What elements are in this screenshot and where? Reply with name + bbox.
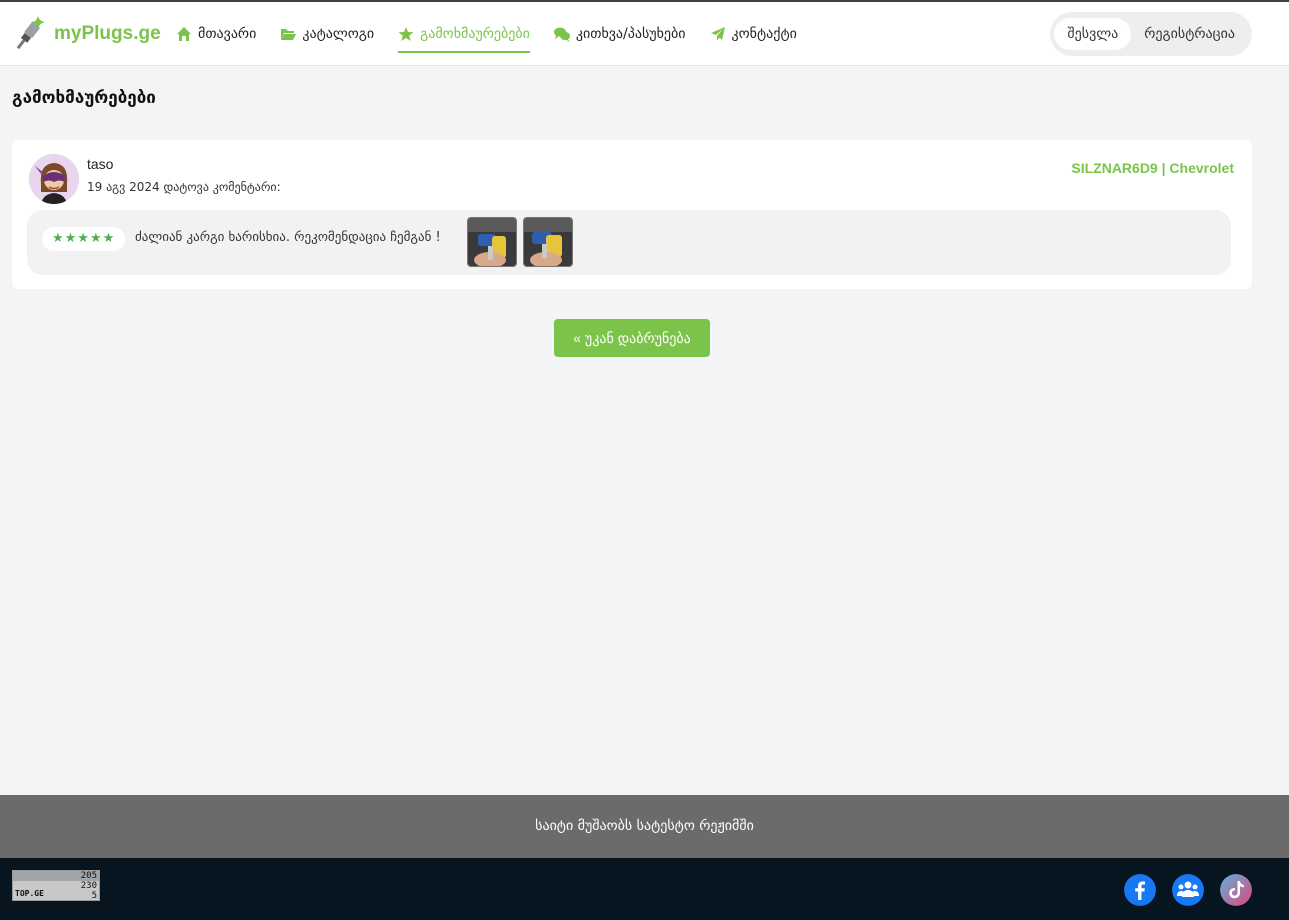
review-photo-thumbnail[interactable] (467, 217, 517, 267)
user-avatar-icon (29, 154, 79, 204)
nav-item-label: კითხვა/პასუხები (575, 26, 686, 42)
logo-text: myPlugs.ge (54, 23, 161, 44)
site-logo[interactable]: myPlugs.ge (12, 14, 161, 54)
register-button[interactable]: რეგისტრაცია (1131, 18, 1248, 50)
counter-value: 5 (91, 891, 97, 901)
nav-item-home[interactable]: მთავარი (176, 19, 256, 49)
spark-plug-logo-icon (16, 16, 45, 50)
rating-stars: ★★★★★ (42, 227, 126, 251)
review-body: ★★★★★ ძალიან კარგი ხარისხია. რეკომენდაცი… (27, 210, 1231, 275)
counter-values: 205 230 5 (81, 871, 97, 901)
folder-icon (281, 29, 297, 40)
chat-icon (553, 27, 570, 42)
nav-item-contact[interactable]: კონტაქტი (710, 19, 797, 49)
counter-value: 205 (80, 871, 97, 881)
nav-item-label: კონტაქტი (731, 26, 797, 42)
avatar (29, 154, 79, 204)
review-text: ძალიან კარგი ხარისხია. რეკომენდაცია ჩემგ… (135, 230, 441, 245)
nav-item-reviews[interactable]: გამოხმაურებები (398, 19, 530, 53)
review-photo-2 (524, 218, 572, 266)
review-photo-thumbnail[interactable] (523, 217, 573, 267)
nav-item-label: გამოხმაურებები (420, 26, 530, 42)
nav-item-faq[interactable]: კითხვა/პასუხები (553, 19, 686, 49)
back-button[interactable]: « უკან დაბრუნება (554, 319, 710, 357)
review-photo-1 (468, 218, 516, 266)
nav-item-catalog[interactable]: კატალოგი (280, 19, 374, 49)
paper-plane-icon (710, 27, 725, 41)
main-nav: მთავარი კატალოგი გამოხმაურებები კითხვა/პ… (176, 2, 821, 66)
tiktok-icon[interactable] (1220, 874, 1252, 906)
review-date: 19 აგვ 2024 დატოვა კომენტარი: (87, 180, 281, 194)
review-card: taso 19 აგვ 2024 დატოვა კომენტარი: SILZN… (12, 140, 1252, 289)
product-link[interactable]: SILZNAR6D9 | Chevrolet (1071, 160, 1234, 176)
auth-group: შესვლა რეგისტრაცია (1050, 12, 1252, 56)
facebook-icon[interactable] (1124, 874, 1156, 906)
footer: TOP.GE 205 230 5 (0, 858, 1289, 920)
page-title: გამოხმაურებები (12, 88, 156, 108)
login-button[interactable]: შესვლა (1054, 18, 1132, 50)
review-author: taso (87, 156, 114, 172)
star-icon (398, 27, 414, 41)
group-icon[interactable] (1172, 874, 1204, 906)
counter-brand: TOP.GE (15, 889, 44, 898)
nav-item-label: კატალოგი (302, 26, 375, 42)
counter-value: 230 (80, 881, 97, 891)
top-ge-counter[interactable]: TOP.GE 205 230 5 (12, 870, 100, 901)
footer-notice: საიტი მუშაობს სატესტო რეჟიმში (0, 795, 1289, 858)
home-icon (177, 27, 191, 41)
site-header: myPlugs.ge მთავარი კატალოგი გამოხმაურებე… (0, 2, 1289, 66)
nav-item-label: მთავარი (198, 26, 257, 42)
